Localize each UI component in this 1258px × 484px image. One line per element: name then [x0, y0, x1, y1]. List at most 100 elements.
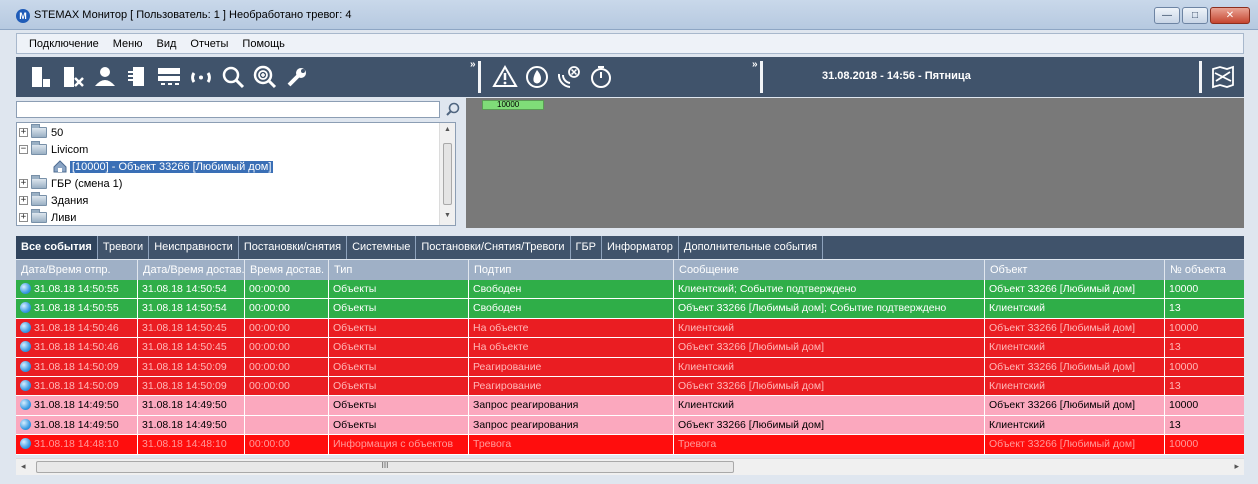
table-row[interactable]: 31.08.18 14:50:46 31.08.18 14:50:45 00:00:… [16, 318, 1244, 339]
minimize-button[interactable]: — [1154, 7, 1180, 24]
menu-connection[interactable]: Подключение [17, 38, 106, 50]
table-row[interactable]: 31.08.18 14:50:55 31.08.18 14:50:54 00:00:… [16, 299, 1244, 319]
column-header[interactable]: Дата/Время отпр. [16, 260, 138, 280]
table-row[interactable]: 31.08.18 14:49:50 31.08.18 14:49:50 Объект… [16, 415, 1244, 436]
table-row[interactable]: 31.08.18 14:49:50 31.08.18 14:49:50 Объект… [16, 396, 1244, 416]
disconnect-icon[interactable] [58, 62, 87, 92]
map-object-tile[interactable]: 10000 [482, 100, 544, 110]
connect-icon[interactable] [26, 62, 55, 92]
objects-list-icon[interactable] [154, 62, 183, 92]
table-cell: Объекты [329, 415, 469, 435]
tree-item-label: Livicom [51, 143, 89, 156]
scroll-right-arrow-icon[interactable]: ▸ [1234, 461, 1239, 472]
zoom-in-icon[interactable] [250, 62, 279, 92]
menu-menu[interactable]: Меню [106, 38, 150, 50]
expand-button[interactable]: + [19, 179, 28, 188]
folder-icon [31, 124, 47, 138]
tab-gbr[interactable]: ГБР [571, 236, 603, 259]
table-cell: Объект 33266 [Любимый дом] [985, 435, 1165, 454]
fire-icon[interactable] [522, 62, 551, 92]
tab-all-events[interactable]: Все события [16, 236, 98, 259]
tab-informer[interactable]: Информатор [602, 236, 679, 259]
tree-item-livi[interactable]: + Ливи [19, 209, 76, 225]
object-map-area[interactable]: 10000 [466, 98, 1244, 228]
scrollbar-thumb[interactable] [443, 143, 452, 205]
toolbar-overflow-button[interactable]: » [470, 59, 476, 70]
column-header[interactable]: Время достав. [245, 260, 329, 280]
table-cell: Клиентский [985, 338, 1165, 357]
menu-reports[interactable]: Отчеты [183, 38, 235, 50]
users-icon[interactable] [90, 62, 119, 92]
column-header[interactable]: Подтип [469, 260, 674, 280]
toolbar-overflow-button-2[interactable]: » [752, 59, 758, 70]
table-row[interactable]: 31.08.18 14:50:55 31.08.18 14:50:54 00:00:… [16, 280, 1244, 300]
table-cell: 31.08.18 14:49:50 [16, 415, 138, 435]
map-icon[interactable] [1208, 62, 1237, 92]
refresh-icon[interactable] [186, 62, 215, 92]
settings-wrench-icon[interactable] [282, 62, 311, 92]
tree-item-gbr[interactable]: + ГБР (смена 1) [19, 175, 122, 192]
folder-icon [31, 209, 47, 223]
search-icon[interactable] [444, 100, 462, 118]
table-cell: Информация с объектов [329, 435, 469, 454]
event-status-icon [20, 379, 31, 391]
scroll-up-arrow-icon[interactable]: ▲ [444, 126, 451, 133]
object-search-input[interactable] [16, 101, 440, 118]
tab-arm-disarm[interactable]: Постановки/снятия [239, 236, 348, 259]
search-icon[interactable] [218, 62, 247, 92]
table-horizontal-scrollbar[interactable]: ◂ III ▸ [16, 458, 1244, 475]
expand-button[interactable]: + [19, 213, 28, 222]
timer-icon[interactable] [586, 62, 615, 92]
tree-item-label: [10000] - Объект 33266 [Любимый дом] [70, 160, 274, 173]
table-row[interactable]: 31.08.18 14:50:09 31.08.18 14:50:09 00:00:… [16, 376, 1244, 397]
alarm-warning-icon[interactable] [490, 62, 519, 92]
table-cell: 10000 [1165, 396, 1244, 414]
tab-system[interactable]: Системные [347, 236, 417, 259]
tree-item-buildings[interactable]: + Здания [19, 192, 88, 209]
table-cell: Объект 33266 [Любимый дом] [674, 376, 985, 396]
scrollbar-grip: III [381, 461, 389, 470]
table-cell: 00:00:00 [245, 299, 329, 318]
tree-item-livicom[interactable]: − Livicom [19, 141, 88, 158]
table-row[interactable]: 31.08.18 14:50:46 31.08.18 14:50:45 00:00:… [16, 338, 1244, 358]
expand-button[interactable]: + [19, 128, 28, 137]
scrollbar-thumb[interactable]: III [36, 461, 734, 473]
close-button[interactable]: ✕ [1210, 7, 1250, 24]
maximize-button[interactable]: □ [1182, 7, 1208, 24]
table-cell: Объекты [329, 299, 469, 318]
tree-scrollbar[interactable]: ▲ ▼ [439, 123, 455, 225]
signal-off-icon[interactable] [554, 62, 583, 92]
tree-item-object-10000[interactable]: [10000] - Объект 33266 [Любимый дом] [53, 158, 274, 175]
table-cell-text: 31.08.18 14:50:09 [34, 360, 119, 373]
column-header[interactable]: № объекта [1165, 260, 1244, 280]
expand-button[interactable]: + [19, 196, 28, 205]
table-cell: Запрос реагирования [469, 396, 674, 415]
collapse-button[interactable]: − [19, 145, 28, 154]
table-cell: 13 [1165, 377, 1244, 395]
scroll-down-arrow-icon[interactable]: ▼ [444, 212, 451, 219]
table-cell: 13 [1165, 299, 1244, 317]
event-status-icon [20, 341, 31, 353]
menu-view[interactable]: Вид [149, 38, 183, 50]
event-status-icon [20, 438, 31, 450]
menu-help[interactable]: Помощь [235, 38, 292, 50]
tab-alarms[interactable]: Тревоги [98, 236, 150, 259]
current-datetime: 31.08.2018 - 14:56 - Пятница [822, 70, 971, 82]
table-row[interactable]: 31.08.18 14:48:10 31.08.18 14:48:10 00:00:… [16, 435, 1244, 455]
tree-item-50[interactable]: + 50 [19, 124, 63, 141]
scroll-left-arrow-icon[interactable]: ◂ [21, 461, 26, 472]
object-tree: + 50 − Livicom [10000] - Объект 33266 [Л… [16, 122, 456, 226]
tab-additional-events[interactable]: Дополнительные события [679, 236, 824, 259]
column-header[interactable]: Объект [985, 260, 1165, 280]
column-header[interactable]: Дата/Время достав. [138, 260, 245, 280]
tab-faults[interactable]: Неисправности [149, 236, 239, 259]
column-header[interactable]: Сообщение [674, 260, 985, 280]
table-cell: 31.08.18 14:50:09 [138, 357, 245, 376]
table-cell: На объекте [469, 338, 674, 357]
table-row[interactable]: 31.08.18 14:50:09 31.08.18 14:50:09 00:00:… [16, 357, 1244, 377]
devices-icon[interactable] [122, 62, 151, 92]
table-cell: Объект 33266 [Любимый дом] [985, 357, 1165, 376]
table-cell: 00:00:00 [245, 376, 329, 396]
column-header[interactable]: Тип [329, 260, 469, 280]
tab-arm-disarm-alarms[interactable]: Постановки/Снятия/Тревоги [416, 236, 571, 259]
